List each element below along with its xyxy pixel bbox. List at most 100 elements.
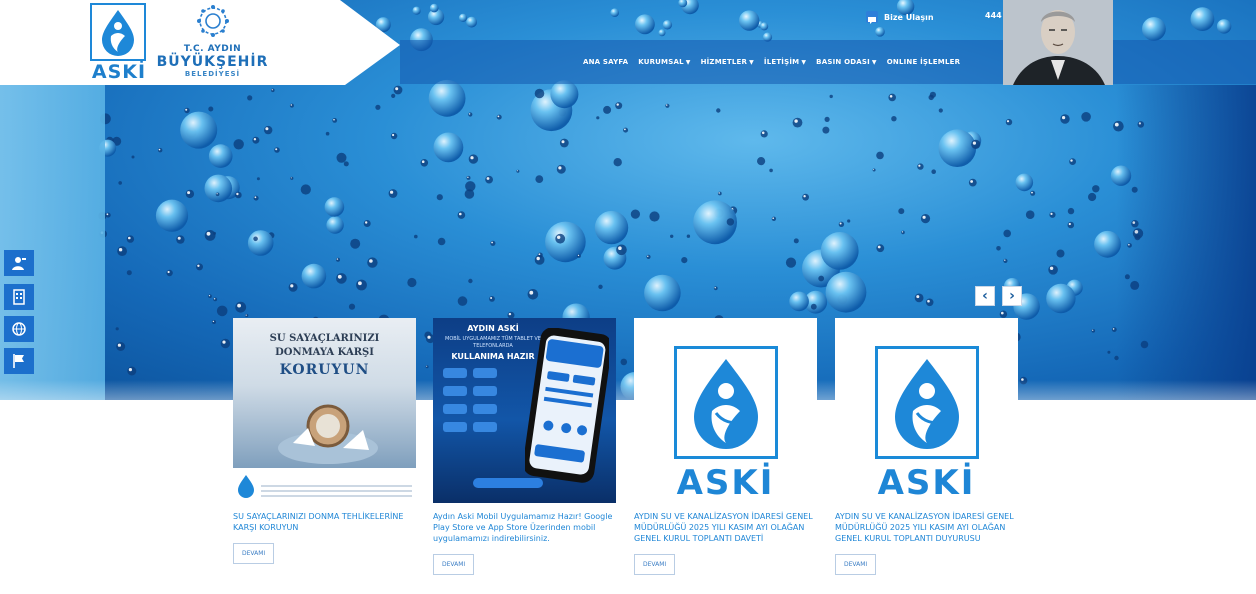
water-drop (204, 230, 216, 241)
water-drop (437, 237, 446, 246)
water-drop (271, 88, 275, 93)
water-drop (996, 246, 1001, 251)
water-drop (847, 219, 851, 223)
side-link-building[interactable] (4, 284, 34, 310)
water-drop-highlight (718, 192, 720, 194)
water-drop (350, 238, 361, 249)
water-drop (713, 286, 718, 291)
news-card[interactable]: ASKİ AYDIN SU VE KANALİZASYON İDARESİ GE… (835, 318, 1018, 575)
news-card-image: SU SAYAÇLARINIZI DONMAYA KARŞI KORUYUN (233, 318, 416, 468)
slider-next-button[interactable]: › (1002, 286, 1022, 306)
water-drop (824, 116, 830, 122)
water-drop (616, 244, 627, 256)
read-more-button[interactable]: DEVAMI (433, 554, 475, 575)
news-card-title[interactable]: SU SAYAÇLARINIZI DONMA TEHLİKELERİNE KAR… (233, 511, 416, 533)
side-link-globe[interactable] (4, 316, 34, 342)
water-drop (116, 342, 126, 351)
water-drop (739, 10, 760, 31)
nav-ana-sayfa[interactable]: ANA SAYFA (583, 58, 628, 66)
water-drop (793, 238, 799, 244)
water-drop-highlight (794, 119, 798, 123)
nav-iletisim[interactable]: İLETİŞİM ▼ (764, 58, 806, 66)
news-card[interactable]: AYDIN ASKİ MOBİL UYGULAMAMIZ TÜM TABLET … (433, 318, 616, 575)
water-drop (757, 157, 766, 166)
water-drop (412, 6, 421, 15)
read-more-button[interactable]: DEVAMI (634, 554, 676, 575)
water-drop (938, 129, 977, 167)
water-drop (760, 22, 769, 31)
water-drop (1030, 190, 1036, 196)
water-drop (155, 199, 189, 232)
news-card[interactable]: ASKİ AYDIN SU VE KANALİZASYON İDARESİ GE… (634, 318, 817, 575)
water-drop-highlight (459, 212, 462, 216)
water-drop (117, 246, 127, 256)
municipality-line1: T.C. AYDIN (183, 44, 242, 54)
water-drop (235, 301, 247, 313)
water-drop-highlight (167, 270, 170, 274)
water-drop (556, 164, 566, 174)
water-drop (635, 14, 655, 35)
news-card-title[interactable]: AYDIN SU VE KANALİZASYON İDARESİ GENEL M… (634, 511, 817, 544)
water-drop-highlight (185, 108, 188, 111)
aski-wordmark: ASKİ (91, 61, 147, 83)
read-more-button[interactable]: DEVAMI (835, 554, 877, 575)
water-drop (216, 305, 228, 317)
water-drop (1069, 158, 1076, 166)
water-drop (264, 125, 273, 135)
water-drop (818, 275, 825, 282)
water-drop-highlight (1050, 212, 1053, 215)
water-drop (253, 236, 258, 242)
contact-link[interactable]: Bize Ulaşın (866, 11, 934, 24)
water-drop (838, 221, 845, 227)
water-drop (457, 296, 468, 306)
water-drop (829, 94, 833, 99)
nav-basin-odasi[interactable]: BASIN ODASI ▼ (816, 58, 877, 66)
water-drop (971, 139, 981, 149)
water-drop-highlight (1062, 116, 1066, 120)
nav-kurumsal[interactable]: KURUMSAL ▼ (638, 58, 690, 66)
water-drop (496, 114, 502, 120)
water-drop-highlight (468, 113, 471, 115)
water-drop-highlight (873, 169, 875, 171)
water-drop-highlight (618, 246, 622, 250)
read-more-button[interactable]: DEVAMI (233, 543, 275, 564)
water-drop (686, 234, 691, 238)
globe-icon (12, 322, 26, 336)
water-drop (390, 132, 398, 140)
water-drop (414, 234, 418, 239)
nav-hizmetler[interactable]: HİZMETLER ▼ (701, 58, 754, 66)
nav-online-islemler[interactable]: ONLINE İŞLEMLER (887, 58, 960, 66)
water-drop (810, 303, 817, 310)
water-drop-highlight (271, 89, 273, 91)
municipality-logo[interactable]: T.C. AYDIN BÜYÜKŞEHİR BELEDİYESİ (155, 4, 270, 84)
water-drop-highlight (106, 213, 109, 216)
water-drop-highlight (254, 196, 257, 199)
water-drop (534, 255, 545, 265)
water-drop (489, 296, 495, 302)
water-drop (490, 240, 496, 246)
water-drop-highlight (187, 191, 191, 195)
slider-prev-button[interactable]: ‹ (975, 286, 995, 306)
water-drop (126, 270, 132, 276)
water-drop (792, 117, 803, 128)
water-drop-highlight (206, 231, 211, 236)
water-drop-highlight (1070, 159, 1073, 162)
news-card-title[interactable]: AYDIN SU VE KANALİZASYON İDARESİ GENEL M… (835, 511, 1018, 544)
water-drop (1088, 192, 1097, 202)
news-card-title[interactable]: Aydın Aski Mobil Uygulamamız Hazır! Goog… (433, 511, 616, 544)
side-link-user[interactable] (4, 250, 34, 276)
water-drop-highlight (128, 236, 131, 240)
water-drop (288, 282, 298, 292)
water-drop (391, 93, 396, 98)
aski-logo[interactable]: ASKİ (90, 3, 148, 83)
water-drop (876, 151, 884, 160)
water-drop (388, 189, 398, 198)
frozen-meter-icon (278, 404, 378, 464)
side-link-flag[interactable] (4, 348, 34, 374)
chevron-down-icon: ▼ (871, 58, 877, 66)
water-drop (1005, 118, 1013, 126)
water-drop (215, 192, 220, 197)
news-card[interactable]: SU SAYAÇLARINIZI DONMAYA KARŞI KORUYUN S… (233, 318, 416, 564)
water-drop-highlight (486, 177, 490, 180)
water-drop (1046, 283, 1076, 314)
